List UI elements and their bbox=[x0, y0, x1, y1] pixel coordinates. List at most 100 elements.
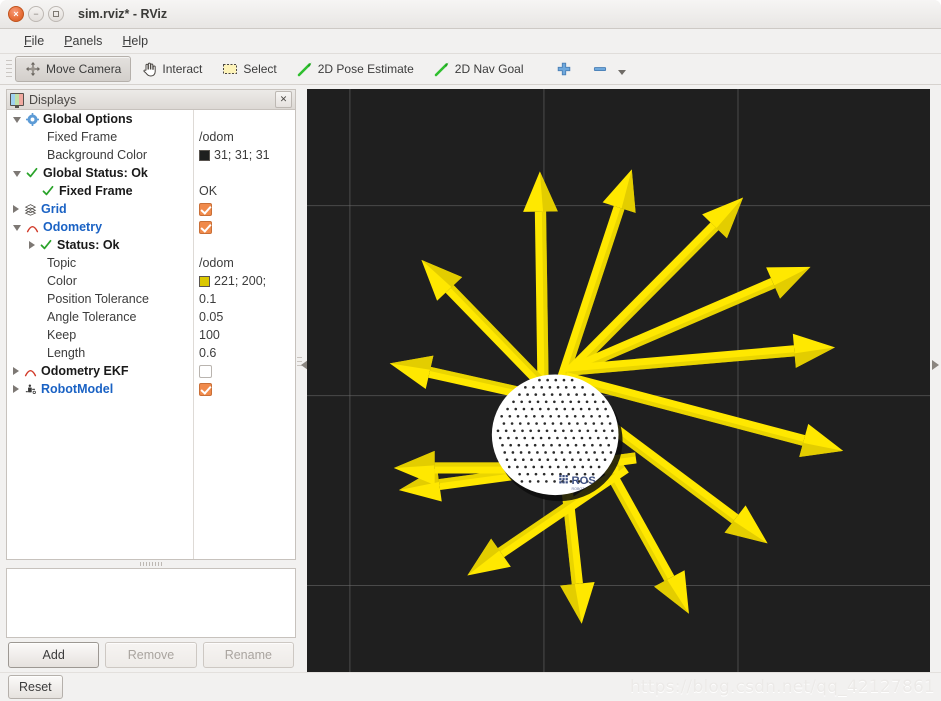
tool-2d-pose-estimate[interactable]: 2D Pose Estimate bbox=[287, 56, 424, 82]
robot-dot bbox=[606, 414, 610, 418]
robot-dot bbox=[554, 378, 558, 382]
add-button[interactable]: Add bbox=[8, 642, 100, 668]
tree-row-grid[interactable]: Grid bbox=[7, 200, 295, 218]
tree-row-angle-tolerance[interactable]: Angle Tolerance 0.05 bbox=[7, 308, 295, 326]
rename-button[interactable]: Rename bbox=[202, 642, 294, 668]
panel-splitter-handle[interactable] bbox=[6, 560, 296, 568]
menu-file[interactable]: File bbox=[14, 32, 54, 50]
tool-interact[interactable]: Interact bbox=[131, 56, 212, 82]
tree-row-status-ok[interactable]: Status: Ok bbox=[7, 236, 295, 254]
ros-logo-dot bbox=[565, 474, 568, 478]
tree-row-value-cell[interactable]: /odom bbox=[193, 256, 295, 270]
displays-close-icon[interactable]: ✕ bbox=[275, 91, 292, 108]
robot-dot bbox=[602, 429, 606, 433]
robot-dot bbox=[516, 414, 520, 418]
robot-dot bbox=[527, 451, 531, 454]
twisty-collapsed-icon[interactable] bbox=[13, 367, 19, 375]
displays-panel-title: Displays bbox=[29, 92, 77, 107]
tree-row-value-cell[interactable] bbox=[193, 382, 295, 396]
menu-panels[interactable]: Panels bbox=[54, 32, 112, 50]
tree-row-value-cell[interactable] bbox=[193, 202, 295, 216]
window-close-icon[interactable]: × bbox=[8, 6, 24, 22]
robot-dot bbox=[573, 414, 577, 418]
robot-dot bbox=[581, 465, 585, 469]
tree-row-fixed-frame[interactable]: Fixed Frame OK bbox=[7, 182, 295, 200]
tree-row-color[interactable]: Color 221; 200; bbox=[7, 272, 295, 290]
tree-row-topic[interactable]: Topic/odom bbox=[7, 254, 295, 272]
robot-dot bbox=[560, 451, 564, 454]
reset-button[interactable]: Reset bbox=[8, 675, 63, 699]
twisty-collapsed-icon[interactable] bbox=[13, 385, 19, 393]
twisty-expanded-icon[interactable] bbox=[13, 225, 21, 231]
tree-row-value-cell[interactable]: 100 bbox=[193, 328, 295, 342]
robot-dot bbox=[583, 393, 587, 396]
left-splitter[interactable] bbox=[296, 85, 308, 672]
chevron-down-icon[interactable] bbox=[617, 69, 626, 75]
robot-dot bbox=[523, 436, 527, 440]
robot-dot bbox=[512, 400, 515, 404]
tree-row-value-cell[interactable]: 0.1 bbox=[193, 292, 295, 306]
tool-move-camera[interactable]: Move Camera bbox=[15, 56, 132, 82]
window-maximize-icon[interactable] bbox=[48, 6, 64, 22]
remove-button[interactable]: Remove bbox=[105, 642, 197, 668]
window-minimize-icon[interactable]: − bbox=[28, 6, 44, 22]
tree-row-keep[interactable]: Keep 100 bbox=[7, 326, 295, 344]
checkbox-unchecked-icon[interactable] bbox=[199, 364, 212, 378]
tool-add-plus-button[interactable] bbox=[546, 56, 582, 82]
tree-row-value-cell[interactable] bbox=[193, 220, 295, 234]
robot-dot bbox=[597, 465, 601, 469]
color-swatch[interactable] bbox=[199, 149, 210, 161]
tree-row-value-cell[interactable]: OK bbox=[193, 184, 295, 198]
robot-dot bbox=[596, 407, 599, 411]
robot-dot bbox=[547, 407, 550, 411]
twisty-collapsed-icon[interactable] bbox=[13, 205, 19, 213]
tree-row-value-cell[interactable]: 31; 31; 31 bbox=[193, 148, 295, 162]
tree-row-value-cell[interactable]: 221; 200; bbox=[193, 274, 295, 288]
tool-2d-nav-goal[interactable]: 2D Nav Goal bbox=[424, 56, 534, 82]
main-split: Displays ✕ Global Options Fixed Frame/odo… bbox=[0, 85, 941, 672]
tree-row-value: 0.05 bbox=[199, 310, 224, 324]
render-area-wrap: ROSROBOT OPERATING SYSTEM bbox=[307, 85, 930, 672]
robot-dot bbox=[533, 414, 536, 418]
toolbar-drag-grip[interactable] bbox=[6, 60, 12, 78]
tree-row-length[interactable]: Length 0.6 bbox=[7, 344, 295, 362]
tree-row-robotmodel[interactable]: RobotModel bbox=[7, 380, 295, 398]
collapse-right-arrow-icon[interactable] bbox=[932, 360, 939, 370]
twisty-expanded-icon[interactable] bbox=[13, 117, 21, 123]
tree-row-value: 0.6 bbox=[199, 346, 217, 360]
robot-dot bbox=[581, 386, 584, 389]
tree-row-value: /odom bbox=[199, 256, 234, 270]
tree-row-fixed-frame[interactable]: Fixed Frame/odom bbox=[7, 128, 295, 146]
robot-dot bbox=[536, 451, 539, 454]
tree-row-odometry[interactable]: Odometry bbox=[7, 218, 295, 236]
tool-select-label: Select bbox=[243, 62, 277, 76]
tree-row-value-cell[interactable]: 0.05 bbox=[193, 310, 295, 324]
tree-row-odometry-ekf[interactable]: Odometry EKF bbox=[7, 362, 295, 380]
tree-row-value-cell[interactable]: 0.6 bbox=[193, 346, 295, 360]
tree-row-value-cell[interactable] bbox=[193, 364, 295, 378]
3d-viewport[interactable]: ROSROBOT OPERATING SYSTEM bbox=[307, 89, 930, 672]
tool-select[interactable]: Select bbox=[212, 56, 286, 82]
checkbox-checked-icon[interactable] bbox=[199, 382, 212, 396]
tree-row-name: Background Color bbox=[47, 148, 148, 162]
checkbox-checked-icon[interactable] bbox=[199, 220, 212, 234]
robot-dot bbox=[591, 393, 595, 396]
tool-bar: Move Camera Interact Select 2D Pose Esti… bbox=[0, 54, 941, 85]
tree-row-name: Fixed Frame bbox=[59, 184, 133, 198]
twisty-expanded-icon[interactable] bbox=[13, 171, 21, 177]
twisty-collapsed-icon[interactable] bbox=[29, 241, 35, 249]
color-swatch[interactable] bbox=[199, 275, 210, 287]
checkbox-checked-icon[interactable] bbox=[199, 202, 212, 216]
tree-row-value-cell[interactable]: /odom bbox=[193, 130, 295, 144]
twisty-placeholder bbox=[29, 349, 37, 357]
menu-help[interactable]: Help bbox=[112, 32, 158, 50]
tree-row-position-tolerance[interactable]: Position Tolerance 0.1 bbox=[7, 290, 295, 308]
robot-dot bbox=[538, 407, 542, 411]
tree-row-global-options[interactable]: Global Options bbox=[7, 110, 295, 128]
tree-row-background-color[interactable]: Background Color 31; 31; 31 bbox=[7, 146, 295, 164]
displays-tree[interactable]: Global Options Fixed Frame/odom Background… bbox=[6, 109, 296, 560]
robot-dot bbox=[575, 393, 578, 396]
right-splitter[interactable] bbox=[930, 85, 941, 672]
tree-row-global-status-ok[interactable]: Global Status: Ok bbox=[7, 164, 295, 182]
tool-remove-minus-button[interactable] bbox=[582, 56, 636, 82]
